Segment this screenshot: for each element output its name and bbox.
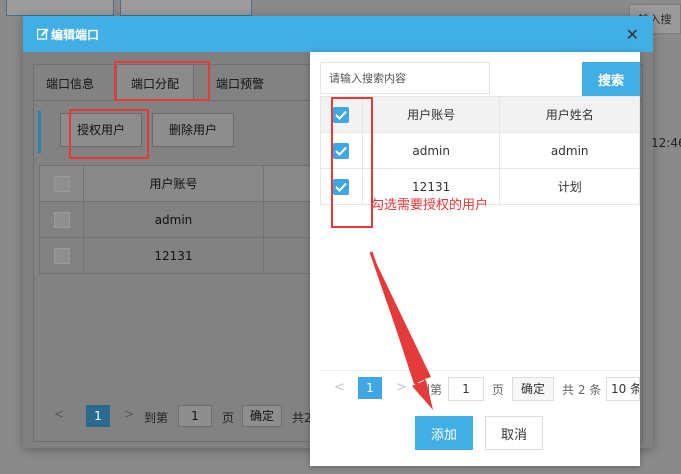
remove-user-button[interactable]: 删除用户: [152, 113, 234, 147]
row-checkbox[interactable]: [53, 247, 70, 264]
cancel-button[interactable]: 取消: [485, 416, 543, 450]
close-icon[interactable]: ✕: [626, 25, 639, 44]
next-page-icon[interactable]: >: [396, 380, 407, 395]
assigned-pager: < 1 > 到第 1 页 确定 共2条: [44, 401, 344, 431]
background-time: 12:46: [651, 136, 681, 150]
goto-confirm-button[interactable]: 确定: [512, 377, 554, 401]
cell-account: 12131: [83, 237, 264, 274]
current-page[interactable]: 1: [358, 377, 382, 399]
total-count: 共 2 条: [562, 383, 602, 397]
prev-page-icon[interactable]: <: [334, 380, 345, 395]
page-unit: 页: [492, 383, 505, 397]
search-button[interactable]: 搜索: [582, 62, 640, 96]
next-page-icon[interactable]: >: [124, 407, 134, 421]
background-button: [120, 0, 252, 16]
tab-port-info[interactable]: 端口信息: [46, 75, 94, 92]
cell-account: admin: [83, 201, 264, 238]
cell-name: admin: [499, 132, 640, 169]
cell-account: admin: [361, 132, 501, 169]
column-header-name: 用户姓名: [499, 96, 640, 133]
goto-label: 到第: [144, 411, 169, 425]
row-checkbox[interactable]: [53, 211, 70, 228]
prev-page-icon[interactable]: <: [54, 407, 64, 421]
page-unit: 页: [222, 411, 235, 425]
annotation-box-tab: [114, 61, 210, 101]
page-size-select[interactable]: 10 条: [606, 377, 640, 401]
goto-page-input[interactable]: 1: [448, 377, 484, 401]
annotation-box-authorize: [69, 109, 149, 159]
annotation-text: 勾选需要授权的用户: [371, 198, 489, 213]
tab-port-alert[interactable]: 端口预警: [216, 75, 264, 92]
edit-icon: [37, 28, 49, 40]
goto-page-input[interactable]: 1: [178, 405, 212, 427]
select-all-checkbox[interactable]: [53, 175, 70, 192]
toolbar-accent: [38, 111, 41, 153]
picker-pager: < 1 > 到第 1 页 确定 共 2 条 10 条: [320, 370, 640, 406]
modal-title: 编辑端口: [51, 28, 100, 42]
annotation-box-checkboxes: [331, 97, 373, 228]
modal-header: 编辑端口 ✕: [23, 16, 653, 52]
background-button: [6, 0, 114, 16]
search-input[interactable]: [320, 62, 490, 94]
current-page[interactable]: 1: [86, 405, 110, 427]
goto-label: 到第: [418, 383, 443, 397]
goto-confirm-button[interactable]: 确定: [242, 405, 282, 427]
column-header-account: 用户账号: [361, 96, 501, 133]
cell-name: 计划: [499, 168, 640, 205]
add-button[interactable]: 添加: [415, 416, 473, 450]
column-header-account: 用户账号: [83, 165, 264, 202]
